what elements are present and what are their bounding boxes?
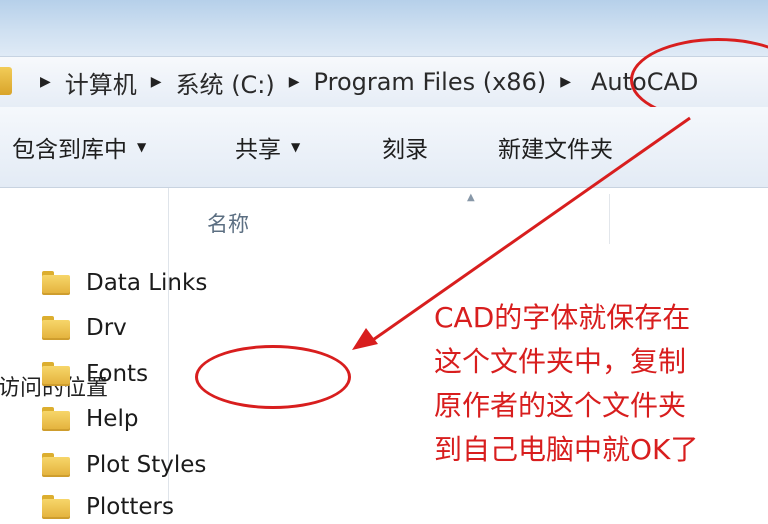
item-label: Plot Styles xyxy=(86,452,207,478)
list-item[interactable]: Help xyxy=(42,402,138,436)
item-label: Fonts xyxy=(86,361,149,387)
window-title-bar xyxy=(0,0,768,56)
folder-icon xyxy=(0,67,12,95)
breadcrumb: ▶ 计算机 ▶ 系统 (C:) ▶ Program Files (x86) ▶ … xyxy=(26,57,698,107)
share-label: 共享 xyxy=(235,137,281,163)
annotation-text: CAD的字体就保存在 这个文件夹中，复制 原作者的这个文件夹 到自己电脑中就OK… xyxy=(434,296,764,472)
new-folder-label: 新建文件夹 xyxy=(498,137,613,163)
include-in-library-label: 包含到库中 xyxy=(12,137,127,163)
breadcrumb-system-drive[interactable]: 系统 (C:) xyxy=(176,65,275,100)
chevron-right-icon[interactable]: ▶ xyxy=(560,74,571,90)
chevron-right-icon[interactable]: ▶ xyxy=(151,74,162,90)
dropdown-arrow-icon: ▼ xyxy=(137,140,147,154)
folder-icon xyxy=(42,407,70,431)
list-item[interactable]: Drv xyxy=(42,311,127,345)
burn-button[interactable]: 刻录 xyxy=(382,107,428,187)
breadcrumb-program-files[interactable]: Program Files (x86) xyxy=(314,68,547,96)
list-item[interactable]: Plotters xyxy=(42,490,174,524)
annotation-line: 这个文件夹中，复制 xyxy=(434,345,687,378)
command-toolbar: 包含到库中 ▼ 共享 ▼ 刻录 新建文件夹 xyxy=(0,107,768,188)
burn-label: 刻录 xyxy=(382,137,428,163)
annotation-line: 原作者的这个文件夹 xyxy=(434,389,687,422)
chevron-right-icon[interactable]: ▶ xyxy=(40,74,51,90)
folder-icon xyxy=(42,316,70,340)
chevron-right-icon[interactable]: ▶ xyxy=(289,74,300,90)
item-label: Plotters xyxy=(86,494,174,520)
new-folder-button[interactable]: 新建文件夹 xyxy=(498,107,613,187)
item-label: Help xyxy=(86,406,139,432)
breadcrumb-computer[interactable]: 计算机 xyxy=(65,65,137,100)
column-divider xyxy=(609,194,610,244)
share-button[interactable]: 共享 ▼ xyxy=(235,107,300,187)
folder-icon xyxy=(42,453,70,477)
item-label: Data Links xyxy=(86,270,208,296)
folder-icon xyxy=(42,362,70,386)
folder-icon xyxy=(42,495,70,519)
list-item[interactable]: Data Links xyxy=(42,266,207,300)
dropdown-arrow-icon: ▼ xyxy=(291,140,301,154)
list-item[interactable]: Plot Styles xyxy=(42,448,206,482)
annotation-line: CAD的字体就保存在 xyxy=(434,301,691,334)
sort-caret-icon: ▲ xyxy=(467,192,475,203)
column-header-name[interactable]: 名称 xyxy=(207,208,249,238)
annotation-line: 到自己电脑中就OK了 xyxy=(434,433,699,466)
include-in-library-button[interactable]: 包含到库中 ▼ xyxy=(12,107,146,187)
item-label: Drv xyxy=(86,315,127,341)
list-item[interactable]: Fonts xyxy=(42,357,148,391)
folder-icon xyxy=(42,271,70,295)
highlight-ring-fonts xyxy=(195,345,351,409)
